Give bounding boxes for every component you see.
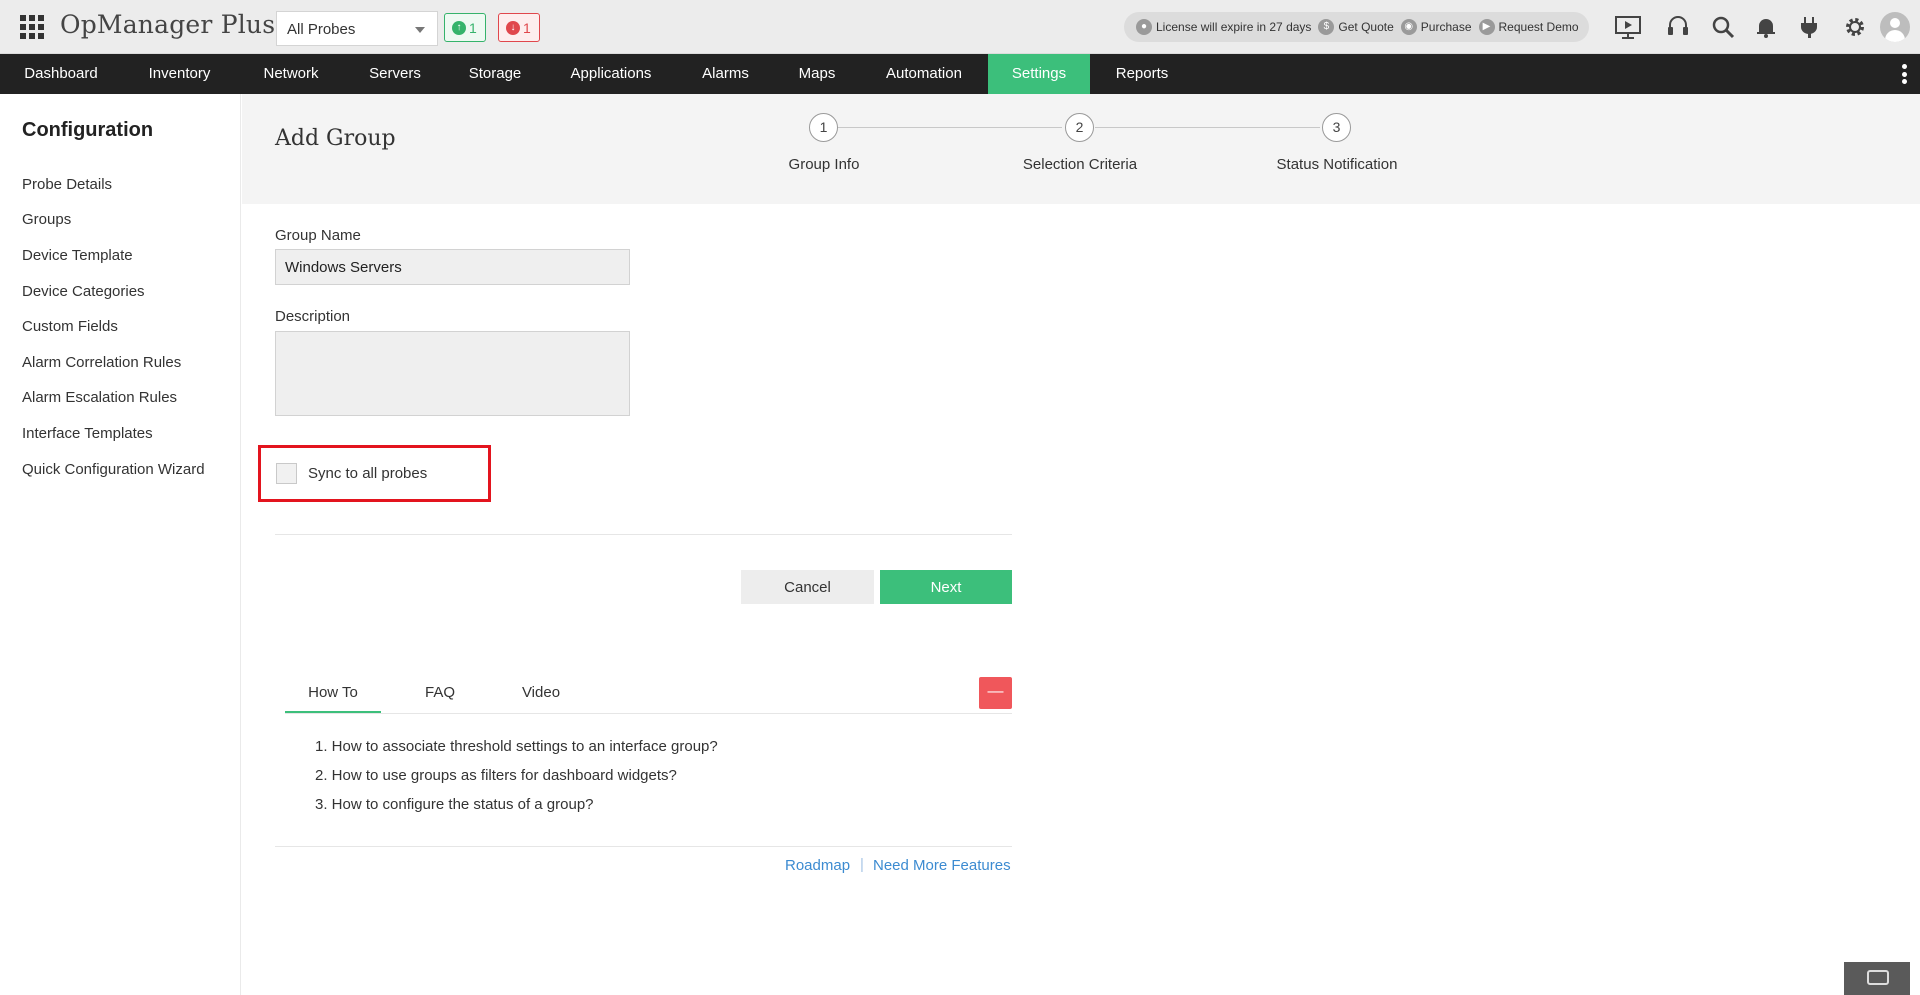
app-title: OpManager Plus [60, 10, 276, 39]
next-button[interactable]: Next [880, 570, 1012, 604]
help-divider [275, 846, 1012, 847]
devices-up-badge[interactable]: ↑ 1 [444, 13, 486, 42]
cancel-button[interactable]: Cancel [741, 570, 874, 604]
footer-separator: | [860, 856, 864, 873]
purchase-link[interactable]: ◉ Purchase [1400, 19, 1472, 35]
description-label: Description [275, 308, 351, 325]
sidebar-item-alarm-escalation-rules[interactable]: Alarm Escalation Rules [22, 389, 177, 406]
form-divider [275, 534, 1012, 535]
how-to-item[interactable]: 3. How to configure the status of a grou… [315, 796, 594, 813]
sidebar-item-alarm-correlation-rules[interactable]: Alarm Correlation Rules [22, 354, 181, 371]
arrow-down-icon: ↓ [506, 21, 520, 35]
probe-select[interactable]: All Probes [276, 11, 438, 46]
group-name-label: Group Name [275, 227, 361, 244]
nav-inventory[interactable]: Inventory [122, 54, 237, 94]
gear-icon[interactable] [1842, 14, 1868, 40]
description-textarea[interactable] [275, 331, 630, 416]
nav-reports[interactable]: Reports [1090, 54, 1194, 94]
page-title: Add Group [275, 126, 396, 151]
nav-maps[interactable]: Maps [774, 54, 860, 94]
sync-to-all-probes-label[interactable]: Sync to all probes [308, 465, 427, 482]
probe-select-value: All Probes [287, 21, 356, 38]
nav-servers[interactable]: Servers [345, 54, 445, 94]
nav-network[interactable]: Network [237, 54, 345, 94]
chat-button[interactable] [1844, 962, 1910, 995]
sidebar-item-interface-templates[interactable]: Interface Templates [22, 425, 153, 442]
nav-applications[interactable]: Applications [545, 54, 677, 94]
how-to-item[interactable]: 2. How to use groups as filters for dash… [315, 767, 677, 784]
cart-icon: ◉ [1400, 19, 1417, 35]
help-tabs-divider [285, 713, 1012, 714]
demo-icon: ▶ [1478, 19, 1495, 35]
tab-how-to[interactable]: How To [285, 675, 381, 713]
how-to-item[interactable]: 1. How to associate threshold settings t… [315, 738, 718, 755]
step-2-label: Selection Criteria [1022, 156, 1138, 173]
plug-icon[interactable] [1796, 14, 1822, 40]
tab-video[interactable]: Video [500, 675, 582, 713]
headset-icon[interactable] [1665, 14, 1691, 40]
get-quote-label: Get Quote [1338, 20, 1394, 34]
license-expiry-text: License will expire in 27 days [1156, 20, 1312, 34]
step-1-label: Group Info [788, 156, 860, 173]
dollar-icon: $ [1318, 19, 1335, 35]
sidebar-title: Configuration [22, 119, 154, 141]
sidebar-item-groups[interactable]: Groups [22, 211, 71, 228]
roadmap-link[interactable]: Roadmap [785, 857, 850, 874]
request-demo-link[interactable]: ▶ Request Demo [1478, 19, 1579, 35]
page-header: Add Group 1 2 3 Group Info Selection Cri… [242, 94, 1920, 204]
main-nav: Dashboard Inventory Network Servers Stor… [0, 54, 1920, 94]
collapse-help-button[interactable]: — [979, 677, 1012, 709]
license-bar: ● License will expire in 27 days $ Get Q… [1124, 12, 1589, 42]
nav-storage[interactable]: Storage [445, 54, 545, 94]
chat-icon [1867, 970, 1889, 985]
nav-automation[interactable]: Automation [860, 54, 988, 94]
nav-alarms[interactable]: Alarms [677, 54, 774, 94]
bell-icon[interactable] [1753, 14, 1779, 40]
request-demo-label: Request Demo [1498, 20, 1579, 34]
sidebar-item-quick-configuration-wizard[interactable]: Quick Configuration Wizard [22, 461, 205, 478]
step-connector [838, 127, 1062, 128]
sidebar-item-device-template[interactable]: Device Template [22, 247, 133, 264]
step-3-circle: 3 [1322, 113, 1351, 142]
sidebar-item-probe-details[interactable]: Probe Details [22, 176, 112, 193]
search-icon[interactable] [1710, 14, 1736, 40]
license-expiry[interactable]: ● License will expire in 27 days [1136, 19, 1311, 35]
step-connector [1095, 127, 1320, 128]
devices-up-count: 1 [469, 20, 477, 36]
step-1-circle: 1 [809, 113, 838, 142]
devices-down-count: 1 [523, 20, 531, 36]
purchase-label: Purchase [1420, 20, 1472, 34]
devices-down-badge[interactable]: ↓ 1 [498, 13, 540, 42]
more-vertical-icon[interactable] [1902, 64, 1908, 84]
group-name-input[interactable] [275, 249, 630, 285]
user-avatar[interactable] [1880, 12, 1910, 42]
tab-faq[interactable]: FAQ [400, 675, 480, 713]
arrow-up-icon: ↑ [452, 21, 466, 35]
get-quote-link[interactable]: $ Get Quote [1318, 19, 1394, 35]
need-more-features-link[interactable]: Need More Features [873, 857, 1011, 874]
license-icon: ● [1136, 19, 1152, 35]
step-3-label: Status Notification [1276, 156, 1398, 173]
nav-settings[interactable]: Settings [988, 54, 1090, 94]
apps-grid-icon[interactable] [20, 15, 44, 39]
sidebar-item-custom-fields[interactable]: Custom Fields [22, 318, 118, 335]
sidebar-item-device-categories[interactable]: Device Categories [22, 283, 145, 300]
config-sidebar: Configuration Probe Details Groups Devic… [0, 94, 241, 995]
caret-down-icon [415, 27, 425, 33]
presentation-icon[interactable] [1614, 14, 1641, 40]
sync-to-all-probes-checkbox[interactable] [276, 463, 297, 484]
nav-dashboard[interactable]: Dashboard [0, 54, 122, 94]
top-bar: OpManager Plus All Probes ↑ 1 ↓ 1 ● Lice… [0, 0, 1920, 54]
step-2-circle: 2 [1065, 113, 1094, 142]
